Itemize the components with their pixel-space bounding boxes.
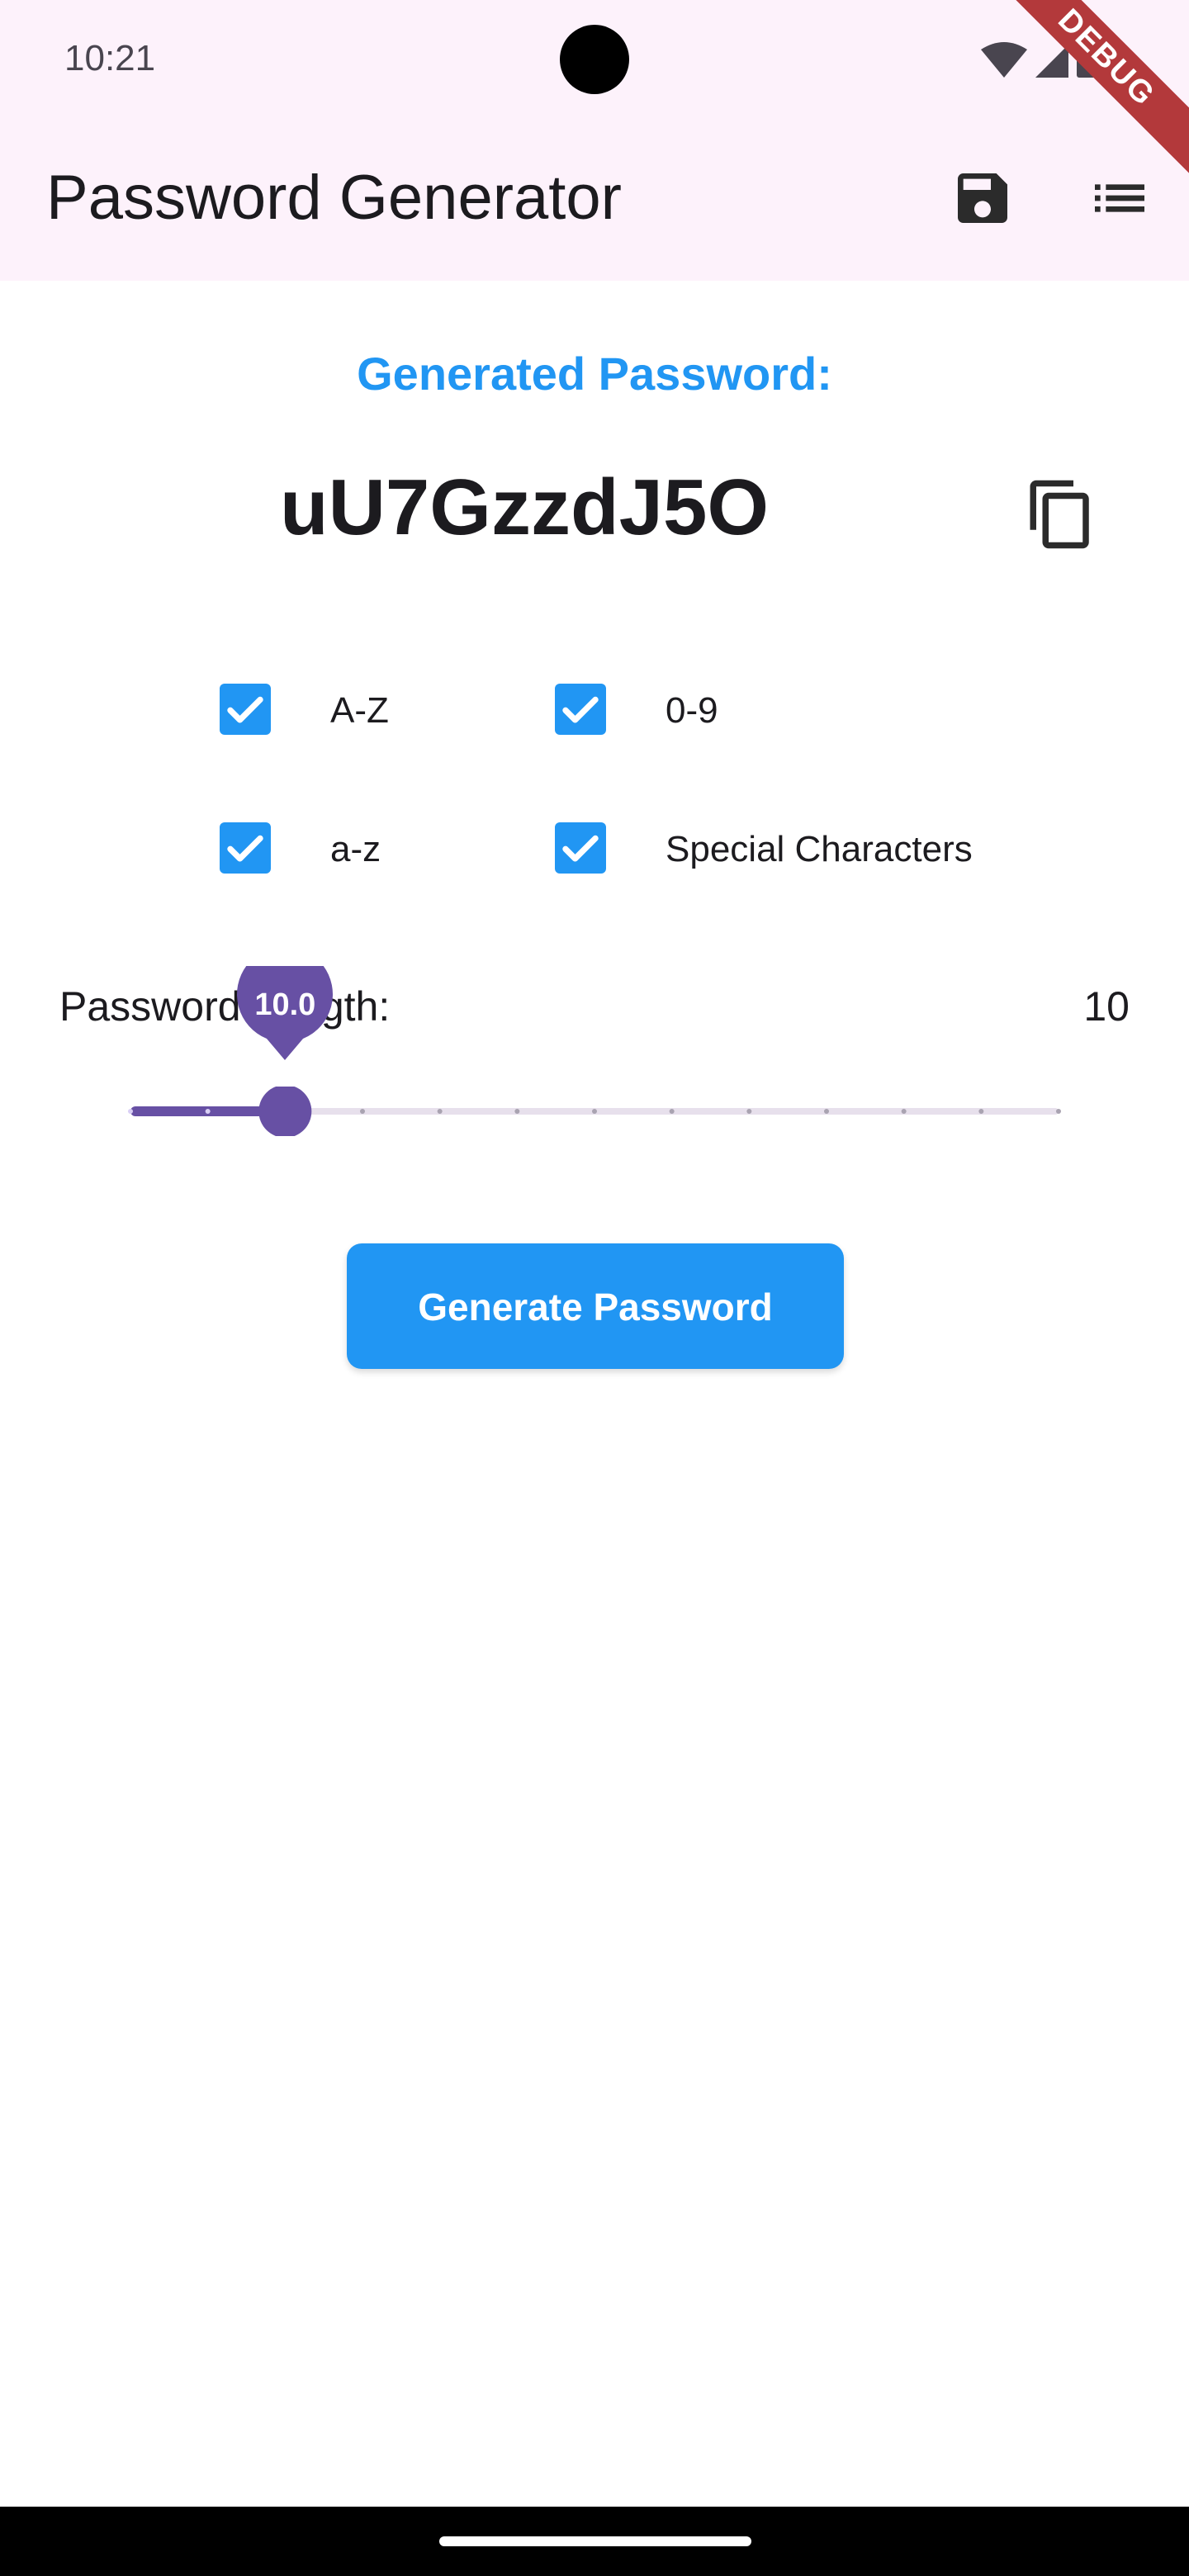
- password-length-label: Password Length:: [59, 983, 391, 1030]
- option-numbers[interactable]: 0-9: [555, 675, 827, 741]
- check-icon: [227, 835, 263, 862]
- slider-tick: [978, 1109, 984, 1114]
- generated-password-value: uU7GzzdJ5O: [279, 463, 770, 552]
- slider-tick: [205, 1109, 211, 1114]
- check-icon: [562, 835, 599, 862]
- debug-ribbon-label: DEBUG: [978, 0, 1189, 186]
- special-characters-label: Special Characters: [666, 829, 973, 869]
- check-icon: [562, 696, 599, 723]
- slider-tooltip-text: 10.0: [254, 987, 316, 1022]
- slider-tick: [360, 1109, 365, 1114]
- generated-password-label: Generated Password:: [357, 348, 832, 400]
- copy-icon[interactable]: [1024, 477, 1098, 552]
- slider-tick: [592, 1109, 597, 1114]
- slider-tick: [746, 1109, 752, 1114]
- option-uppercase[interactable]: A-Z: [220, 675, 492, 741]
- generate-password-button[interactable]: Generate Password: [347, 1243, 844, 1369]
- option-lowercase[interactable]: a-z: [220, 814, 492, 880]
- home-handle[interactable]: [439, 2536, 751, 2546]
- uppercase-checkbox[interactable]: [220, 684, 271, 735]
- uppercase-label: A-Z: [330, 690, 389, 731]
- numbers-checkbox[interactable]: [555, 684, 606, 735]
- slider-tick: [128, 1109, 133, 1114]
- camera-cutout: [560, 25, 629, 94]
- lowercase-checkbox[interactable]: [220, 822, 271, 874]
- password-length-slider[interactable]: [124, 1087, 1065, 1136]
- password-length-value: 10: [1083, 983, 1130, 1030]
- navigation-bar: [0, 2507, 1189, 2576]
- status-time: 10:21: [64, 38, 156, 78]
- numbers-label: 0-9: [666, 690, 718, 731]
- slider-thumb: [258, 1087, 312, 1136]
- slider-tick: [1056, 1109, 1061, 1114]
- slider-tick: [669, 1109, 675, 1114]
- check-icon: [227, 696, 263, 723]
- slider-tick: [824, 1109, 829, 1114]
- special-characters-checkbox[interactable]: [555, 822, 606, 874]
- slider-tick: [437, 1109, 443, 1114]
- debug-banner: DEBUG: [941, 0, 1189, 248]
- slider-tick: [901, 1109, 907, 1114]
- app-title: Password Generator: [46, 163, 622, 233]
- lowercase-label: a-z: [330, 829, 381, 869]
- option-special-characters[interactable]: Special Characters: [555, 814, 1050, 880]
- slider-tick: [514, 1109, 520, 1114]
